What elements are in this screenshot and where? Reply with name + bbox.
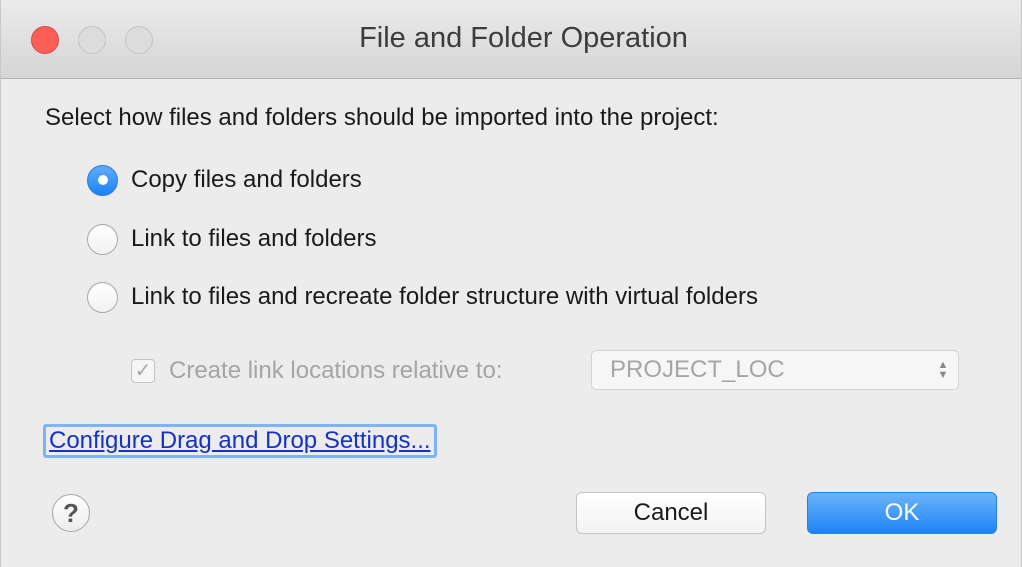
relative-location-value: PROJECT_LOC (610, 356, 785, 383)
dialog-window: File and Folder Operation Select how fil… (0, 0, 1022, 567)
help-icon[interactable]: ? (52, 494, 90, 532)
option-link-files-label: Link to files and folders (131, 225, 377, 252)
cancel-button[interactable]: Cancel (576, 492, 766, 534)
chevron-up-down-icon: ▲ ▼ (937, 359, 949, 381)
radio-virtual-folders[interactable] (87, 281, 118, 313)
radio-selected-dot (97, 175, 108, 185)
relative-location-select[interactable]: PROJECT_LOC ▲ ▼ (591, 350, 959, 390)
import-prompt: Select how files and folders should be i… (45, 104, 719, 131)
configure-drag-drop-link[interactable]: Configure Drag and Drop Settings... (43, 424, 437, 458)
option-copy-files[interactable]: Copy files and folders (87, 163, 362, 197)
option-virtual-folders-label: Link to files and recreate folder struct… (131, 283, 758, 310)
configure-drag-drop-label: Configure Drag and Drop Settings... (49, 427, 431, 454)
link-locations-checkbox[interactable]: ✓ (131, 359, 155, 383)
link-locations-row: ✓ Create link locations relative to: (131, 354, 503, 388)
window-title: File and Folder Operation (359, 22, 688, 54)
option-copy-files-label: Copy files and folders (131, 166, 362, 193)
ok-button[interactable]: OK (807, 492, 997, 534)
option-virtual-folders[interactable]: Link to files and recreate folder struct… (87, 280, 758, 314)
title-bar: File and Folder Operation (1, 0, 1021, 79)
radio-copy-files[interactable] (87, 164, 118, 196)
option-link-files[interactable]: Link to files and folders (87, 222, 376, 256)
link-locations-label: Create link locations relative to: (169, 357, 503, 384)
radio-link-files[interactable] (87, 223, 118, 255)
